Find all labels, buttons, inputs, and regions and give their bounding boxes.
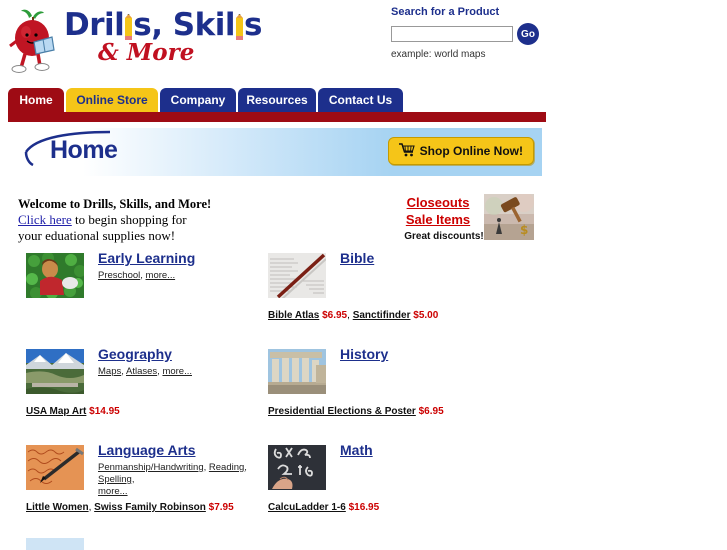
language-arts-products: Little Women, Swiss Family Robinson $7.9… — [26, 502, 234, 514]
main-navigation: Home Online Store Company Resources Cont… — [0, 88, 727, 122]
category-row-partial: ▁▁ ▁▁ ▁ ▁▁▁ — [0, 538, 727, 550]
subcat-link[interactable]: more... — [146, 270, 176, 281]
closeouts-block: Closeouts Sale Items Great discounts! $ — [388, 194, 534, 244]
product-link[interactable]: Little Women — [26, 502, 89, 513]
category-row: Early Learning Preschool, more... Bible … — [0, 250, 727, 348]
math-products: CalcuLadder 1-6 $16.95 — [268, 502, 379, 514]
subcat-link[interactable]: more... — [162, 366, 192, 377]
subcat-link[interactable]: Preschool — [98, 270, 140, 281]
product-price: $14.95 — [89, 406, 120, 417]
product-separator: , — [88, 502, 92, 513]
product-link[interactable]: Bible Atlas — [268, 310, 319, 321]
language-arts-info: Language Arts Penmanship/Handwriting, Re… — [98, 442, 273, 498]
page-title: Home — [50, 136, 118, 164]
product-separator: , — [347, 310, 350, 321]
nav-tab-company[interactable]: Company — [160, 88, 236, 112]
product-price: $16.95 — [348, 502, 380, 513]
nav-tab-home[interactable]: Home — [8, 88, 64, 112]
history-title-link[interactable]: History — [340, 346, 388, 362]
site-header: Dril s, Skil s & More Search for a Produ… — [0, 0, 727, 88]
product-price: $6.95 — [418, 406, 444, 417]
nav-tab-contact-us[interactable]: Contact Us — [318, 88, 403, 112]
product-price: $5.00 — [413, 310, 439, 321]
logo-line-1: Dril s, Skil s — [64, 8, 262, 42]
language-arts-subcategories: Penmanship/Handwriting, Reading, Spellin… — [98, 462, 247, 497]
welcome-block: Welcome to Drills, Skills, and More! Cli… — [18, 196, 268, 244]
pencil-icon-1 — [125, 13, 133, 40]
search-label: Search for a Product — [391, 6, 500, 18]
welcome-heading: Welcome to Drills, Skills, and More! — [18, 197, 212, 211]
closeouts-links: Closeouts Sale Items Great discounts! — [394, 194, 483, 242]
product-link[interactable]: Swiss Family Robinson — [94, 502, 206, 513]
subcat-link[interactable]: Maps — [98, 366, 121, 377]
welcome-body: Click here to begin shopping for — [18, 212, 268, 228]
bible-info: Bible — [340, 250, 515, 268]
category-partial-right: ▁▁ ▁▁ ▁ ▁▁▁ — [268, 542, 568, 550]
early-learning-info: Early Learning Preschool, more... — [98, 250, 273, 282]
shopping-cart-icon — [398, 142, 415, 160]
logo-text-a: Dril — [64, 7, 125, 43]
search-example-text: example: world maps — [391, 49, 486, 60]
apple-mascot-icon — [8, 6, 60, 74]
math-title-link[interactable]: Math — [340, 442, 373, 458]
early-learning-title-link[interactable]: Early Learning — [98, 250, 195, 266]
closeouts-link[interactable]: Closeouts — [394, 194, 482, 211]
history-info: History — [340, 346, 515, 364]
subcat-link[interactable]: Spelling — [98, 474, 132, 485]
math-thumbnail[interactable] — [268, 445, 326, 490]
product-link[interactable]: Sanctifinder — [353, 310, 411, 321]
search-go-button[interactable]: Go — [517, 23, 539, 45]
subcat-link[interactable]: Penmanship/Handwriting — [98, 462, 204, 473]
product-link[interactable]: USA Map Art — [26, 406, 86, 417]
math-info: Math — [340, 442, 515, 460]
sale-items-link[interactable]: Sale Items — [394, 211, 482, 228]
site-logo[interactable]: Dril s, Skil s & More — [8, 4, 262, 74]
geography-info: Geography Maps, Atlases, more... — [98, 346, 273, 378]
history-products: Presidential Elections & Poster $6.95 — [268, 406, 444, 418]
closeouts-subtitle: Great discounts! — [404, 231, 484, 242]
page-root: Dril s, Skil s & More Search for a Produ… — [0, 0, 727, 550]
subcat-link[interactable]: Reading — [209, 462, 244, 473]
search-input[interactable] — [391, 26, 513, 42]
product-price: $7.95 — [208, 502, 234, 513]
auction-gavel-image: $ — [484, 194, 534, 240]
product-link[interactable]: Presidential Elections & Poster — [268, 406, 416, 417]
bible-thumbnail[interactable] — [268, 253, 326, 298]
logo-tagline: & More — [98, 39, 195, 66]
product-search: Search for a Product Go example: world m… — [391, 6, 551, 60]
nav-underbar — [8, 112, 546, 122]
subcat-link[interactable]: Atlases — [126, 366, 157, 377]
language-arts-thumbnail[interactable] — [26, 445, 84, 490]
early-learning-subcategories: Preschool, more... — [98, 270, 176, 281]
early-learning-thumbnail[interactable] — [26, 253, 84, 298]
bible-title-link[interactable]: Bible — [340, 250, 374, 266]
nav-tab-online-store[interactable]: Online Store — [66, 88, 158, 112]
category-row: Geography Maps, Atlases, more... USA Map… — [0, 346, 727, 444]
history-thumbnail[interactable] — [268, 349, 326, 394]
partial-text: ▁▁ ▁▁ ▁ ▁▁▁ — [268, 542, 349, 550]
shop-online-now-button[interactable]: Shop Online Now! — [387, 137, 534, 165]
shop-online-now-label: Shop Online Now! — [419, 144, 523, 158]
page-banner: Home Shop Online Now! — [8, 128, 542, 176]
partial-thumbnail[interactable] — [26, 538, 84, 550]
geography-subcategories: Maps, Atlases, more... — [98, 366, 192, 377]
geography-title-link[interactable]: Geography — [98, 346, 172, 362]
logo-text-b: s, Skil — [133, 7, 235, 43]
category-row: Language Arts Penmanship/Handwriting, Re… — [0, 442, 727, 540]
logo-text-c: s — [244, 7, 262, 43]
click-here-link[interactable]: Click here — [18, 212, 72, 227]
svg-text:$: $ — [520, 223, 528, 237]
bible-products: Bible Atlas $6.95, Sanctifinder $5.00 — [268, 310, 438, 322]
product-link[interactable]: CalcuLadder 1-6 — [268, 502, 346, 513]
geography-thumbnail[interactable] — [26, 349, 84, 394]
subcat-link[interactable]: more... — [98, 486, 128, 497]
logo-wordmark: Dril s, Skil s & More — [64, 4, 262, 65]
welcome-text-after: to begin shopping for — [71, 212, 187, 227]
welcome-line-3: your eduational supplies now! — [18, 228, 176, 243]
product-price: $6.95 — [322, 310, 348, 321]
language-arts-title-link[interactable]: Language Arts — [98, 442, 196, 458]
geography-products: USA Map Art $14.95 — [26, 406, 120, 418]
pencil-icon-2 — [236, 13, 243, 40]
nav-tab-resources[interactable]: Resources — [238, 88, 316, 112]
